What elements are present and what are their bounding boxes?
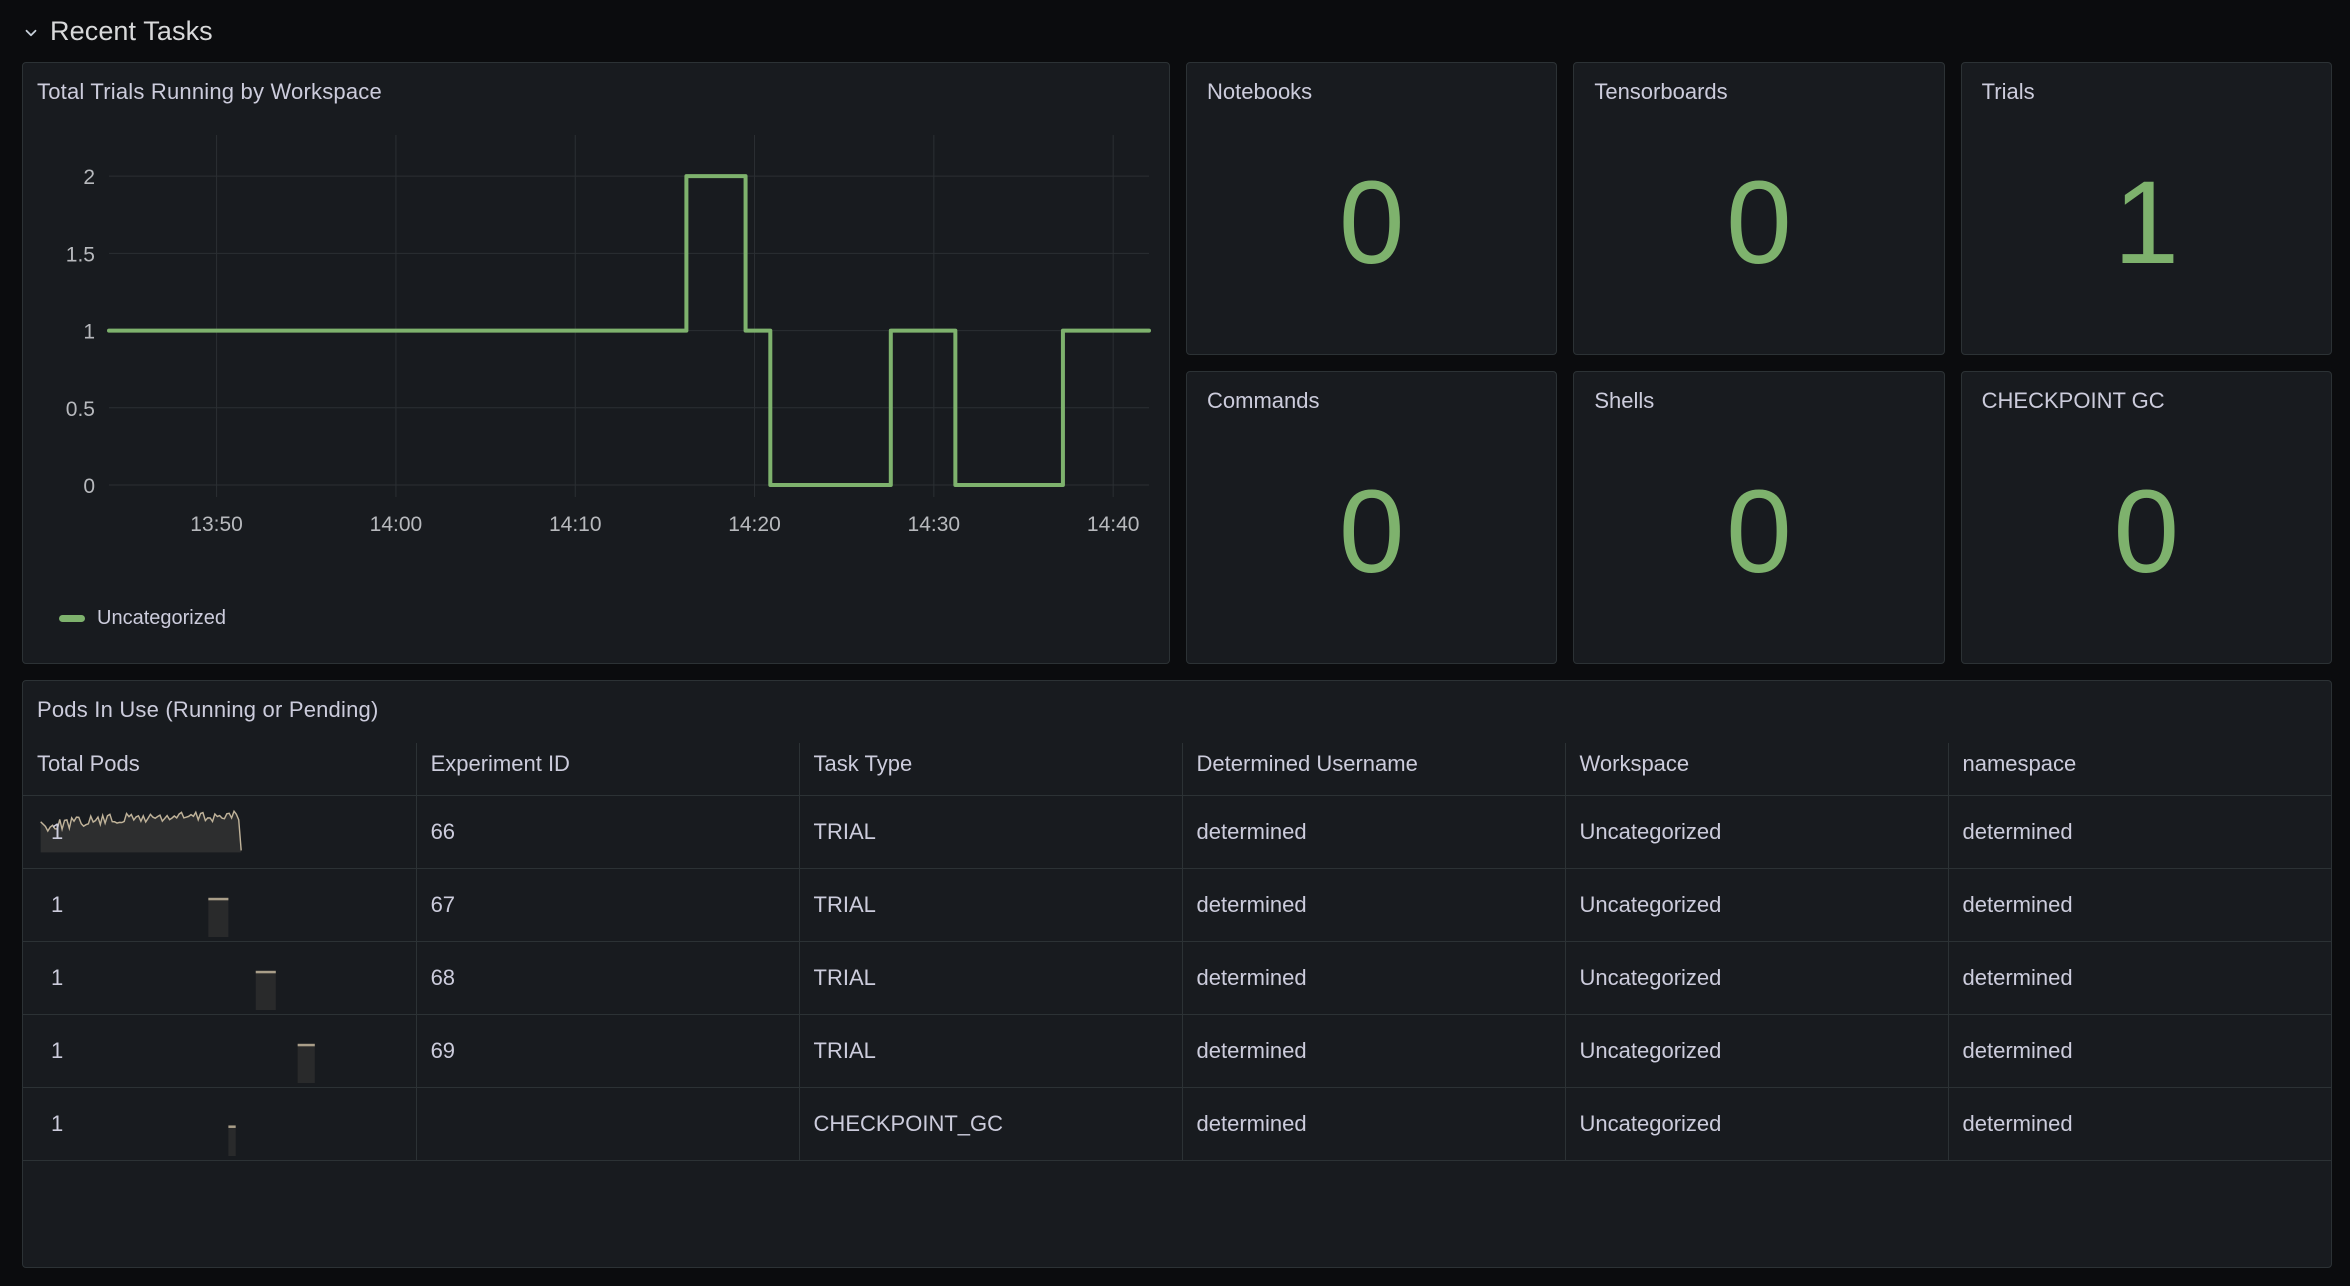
- stat-panel-shells[interactable]: Shells 0: [1573, 371, 1945, 664]
- column-header-determined-username[interactable]: Determined Username: [1182, 743, 1566, 796]
- x-axis-tick-label: 14:10: [549, 513, 602, 536]
- stat-panel-tensorboards[interactable]: Tensorboards 0: [1573, 62, 1945, 355]
- legend-series-label[interactable]: Uncategorized: [97, 607, 226, 630]
- sparkline-chart: [255, 970, 276, 1010]
- dashboard-row-header[interactable]: Recent Tasks: [0, 0, 2350, 62]
- cell-total-pods: 1: [23, 868, 417, 942]
- cell-task-type: TRIAL: [799, 868, 1183, 942]
- table-header-row: Total Pods Experiment ID Task Type Deter…: [23, 743, 2331, 796]
- dashboard-grid: Total Trials Running by Workspace 0 0.5 1 1…: [0, 62, 2350, 1268]
- cell-experiment-id: 69: [416, 1014, 800, 1088]
- stat-panel-value: 0: [1726, 156, 1792, 289]
- cell-namespace: determined: [1948, 1087, 2331, 1161]
- stat-panel-title: Trials: [1981, 79, 2035, 104]
- timeseries-panel[interactable]: Total Trials Running by Workspace 0 0.5 1 1…: [22, 62, 1170, 664]
- cell-workspace: Uncategorized: [1565, 941, 1949, 1015]
- cell-total-pods: 1: [23, 941, 417, 1015]
- stat-panel-value: 1: [2113, 156, 2180, 289]
- cell-namespace: determined: [1948, 1014, 2331, 1088]
- table-row: 1 67 TRIAL determined Uncategorized determine…: [23, 868, 2331, 942]
- top-panels-area: Total Trials Running by Workspace 0 0.5 1 1…: [22, 62, 2332, 664]
- table-row: 1 66 TRIAL determined Uncategorized determine…: [23, 795, 2331, 869]
- cell-determined-username: determined: [1182, 941, 1566, 1015]
- stat-panel-title: Tensorboards: [1594, 79, 1728, 104]
- x-axis-tick-label: 14:40: [1087, 513, 1140, 536]
- total-pods-value: 1: [51, 965, 64, 990]
- table-body: 1 66 TRIAL determined Uncategorized determine…: [23, 795, 2331, 1161]
- pods-table: Total Pods Experiment ID Task Type Deter…: [23, 743, 2331, 1161]
- total-pods-value: 1: [51, 892, 64, 917]
- y-axis-tick-label: 0.5: [66, 398, 95, 421]
- pods-in-use-panel[interactable]: Pods In Use (Running or Pending) Total P…: [22, 680, 2332, 1268]
- table-panel-title: Pods In Use (Running or Pending): [37, 697, 379, 722]
- cell-task-type: TRIAL: [799, 1014, 1183, 1088]
- cell-total-pods: 1: [23, 1014, 417, 1088]
- total-pods-value: 1: [51, 1038, 64, 1063]
- stat-panel-checkpoint-gc[interactable]: CHECKPOINT GC 0: [1960, 371, 2332, 664]
- stat-panel-notebooks[interactable]: Notebooks 0: [1186, 62, 1558, 355]
- y-axis-tick-label: 2: [83, 166, 95, 189]
- cell-total-pods: 1: [23, 795, 417, 869]
- column-header-experiment-id[interactable]: Experiment ID: [416, 743, 800, 796]
- cell-task-type: CHECKPOINT_GC: [799, 1087, 1183, 1161]
- cell-namespace: determined: [1948, 941, 2331, 1015]
- stat-panel-value: 0: [1338, 156, 1405, 289]
- column-header-namespace[interactable]: namespace: [1948, 743, 2331, 796]
- stat-panel-title: Commands: [1207, 388, 1320, 413]
- y-axis-tick-label: 1: [83, 321, 95, 344]
- legend-color-swatch: [59, 615, 85, 622]
- stat-panel-commands[interactable]: Commands 0: [1186, 371, 1558, 664]
- total-pods-value: 1: [51, 819, 64, 844]
- sparkline-chart: [208, 897, 229, 937]
- cell-determined-username: determined: [1182, 1014, 1566, 1088]
- stat-panel-value: 0: [1726, 465, 1792, 598]
- timeseries-plot-area[interactable]: 0 0.5 1 1.5 2 13:50 14:00 14:10 14:20 14:30 14:40: [23, 105, 1169, 605]
- cell-workspace: Uncategorized: [1565, 1087, 1949, 1161]
- cell-experiment-id: 66: [416, 795, 800, 869]
- cell-determined-username: determined: [1182, 795, 1566, 869]
- column-header-workspace[interactable]: Workspace: [1565, 743, 1949, 796]
- y-axis-tick-label: 1.5: [66, 243, 95, 266]
- cell-total-pods: 1: [23, 1087, 417, 1161]
- table-row: 1 69 TRIAL determined Uncategorized determine…: [23, 1014, 2331, 1088]
- stat-panels-grid: Notebooks 0 Tensorboards 0 Trials 1 Comm…: [1186, 62, 2332, 664]
- cell-workspace: Uncategorized: [1565, 1014, 1949, 1088]
- column-header-total-pods[interactable]: Total Pods: [23, 743, 417, 796]
- x-axis-tick-label: 14:30: [908, 513, 961, 536]
- timeseries-chart: 0 0.5 1 1.5 2 13:50 14:00 14:10 14:20 14:30 14:40: [66, 135, 1151, 536]
- cell-determined-username: determined: [1182, 1087, 1566, 1161]
- stat-panel-value: 0: [2113, 465, 2180, 598]
- stat-panel-title: Shells: [1594, 388, 1655, 413]
- cell-task-type: TRIAL: [799, 795, 1183, 869]
- stat-panel-title: Notebooks: [1207, 79, 1313, 104]
- cell-experiment-id: [416, 1087, 800, 1161]
- x-axis-tick-label: 13:50: [190, 513, 243, 536]
- chevron-down-icon: [25, 29, 37, 37]
- stat-panel-trials[interactable]: Trials 1: [1960, 62, 2332, 355]
- sparkline-chart: [228, 1125, 236, 1156]
- cell-workspace: Uncategorized: [1565, 868, 1949, 942]
- timeseries-panel-title: Total Trials Running by Workspace: [37, 79, 382, 104]
- table-row: 1 CHECKPOINT_GC determined Uncategorized det…: [23, 1087, 2331, 1161]
- timeseries-legend: Uncategorized: [23, 607, 1169, 630]
- stat-panel-title: CHECKPOINT GC: [1981, 388, 2165, 413]
- cell-experiment-id: 67: [416, 868, 800, 942]
- column-header-task-type[interactable]: Task Type: [799, 743, 1183, 796]
- y-axis-tick-label: 0: [83, 475, 95, 498]
- table-row: 1 68 TRIAL determined Uncategorized determine…: [23, 941, 2331, 1015]
- total-pods-value: 1: [51, 1111, 64, 1136]
- cell-workspace: Uncategorized: [1565, 795, 1949, 869]
- x-axis-tick-label: 14:20: [728, 513, 781, 536]
- cell-determined-username: determined: [1182, 868, 1566, 942]
- sparkline-chart: [40, 809, 242, 853]
- sparkline-chart: [297, 1043, 315, 1083]
- cell-experiment-id: 68: [416, 941, 800, 1015]
- cell-namespace: determined: [1948, 868, 2331, 942]
- dashboard-row-title: Recent Tasks: [50, 15, 213, 46]
- cell-task-type: TRIAL: [799, 941, 1183, 1015]
- x-axis-tick-label: 14:00: [370, 513, 423, 536]
- stat-panel-value: 0: [1338, 465, 1405, 598]
- cell-namespace: determined: [1948, 795, 2331, 869]
